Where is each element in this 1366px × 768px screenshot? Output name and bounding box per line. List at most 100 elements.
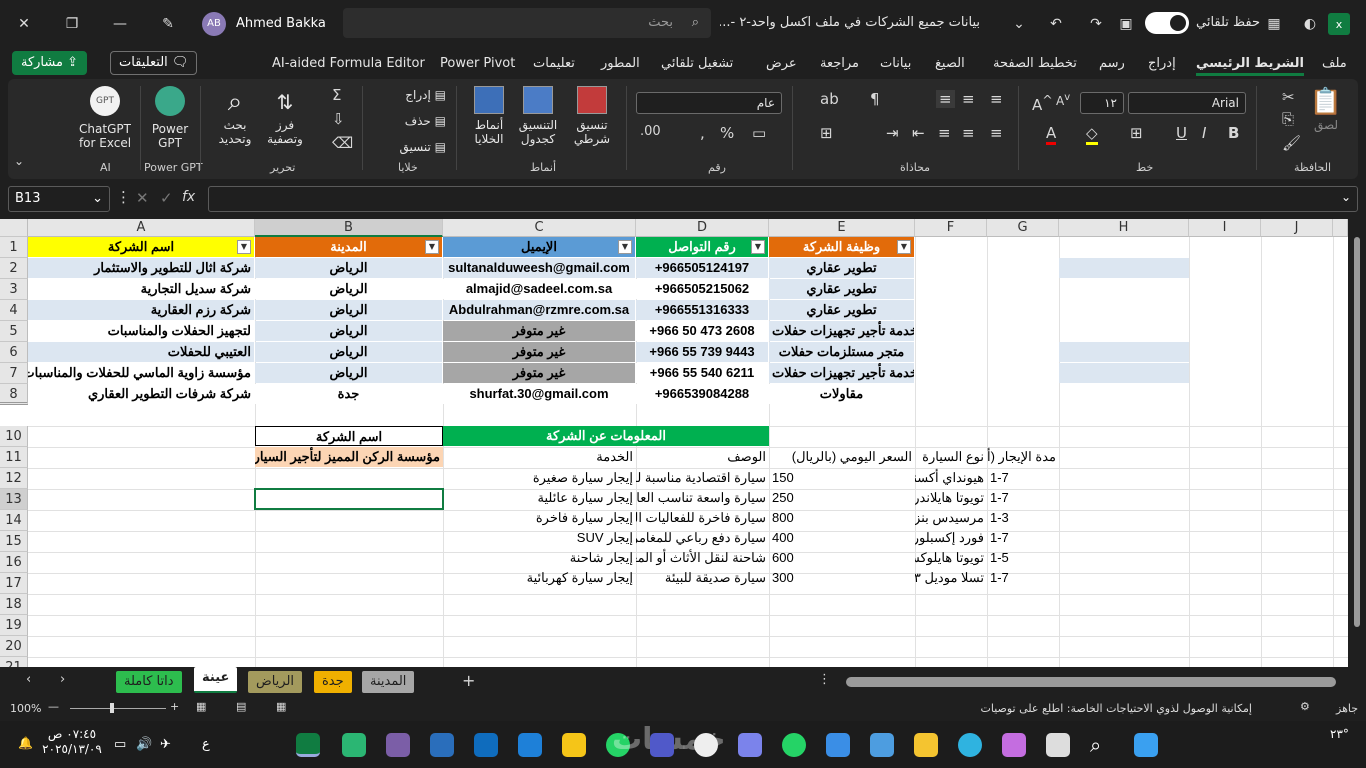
col-header-a[interactable]: A — [28, 219, 255, 237]
network-icon[interactable]: ✈ — [160, 737, 171, 752]
table-cell-function[interactable]: متجر مستلزمات حفلات — [769, 342, 915, 362]
vertical-scrollbar[interactable] — [1348, 219, 1366, 667]
row-header[interactable]: 17 — [0, 573, 28, 594]
delete-cells-button[interactable]: حذف ▤ — [372, 114, 446, 128]
row-header[interactable]: 5 — [0, 321, 28, 342]
table-cell-email[interactable]: غير متوفر — [443, 321, 636, 341]
row-header[interactable]: 2 — [0, 258, 28, 279]
row-header[interactable]: 15 — [0, 531, 28, 552]
table-cell-city[interactable]: الرياض — [255, 258, 443, 278]
tab-scroll-right-icon[interactable]: › — [60, 672, 65, 687]
filter-dropdown-icon[interactable]: ▼ — [237, 240, 251, 254]
menu-ai-formula[interactable]: AI-aided Formula Editor — [272, 56, 425, 71]
conditional-format-button[interactable]: تنسيق شرطي — [566, 86, 618, 146]
row-header[interactable]: 16 — [0, 552, 28, 573]
sample-header-duration[interactable]: مدة الإيجار (أيام) — [987, 447, 1059, 467]
filter-dropdown-icon[interactable]: ▼ — [425, 240, 439, 254]
indent-icon[interactable]: ⇥ — [886, 124, 899, 142]
menu-developer[interactable]: المطور — [601, 56, 640, 71]
table-cell-phone[interactable]: +966505124197 — [636, 258, 769, 278]
col-header-e[interactable]: E — [769, 219, 915, 237]
sample-cell-service[interactable]: إيجار سيارة عائلية — [443, 488, 636, 508]
sample-cell-price[interactable]: 600 — [769, 548, 915, 568]
more-icon[interactable]: ⋮ — [116, 188, 131, 206]
start-icon[interactable] — [1134, 733, 1158, 757]
menu-page-layout[interactable]: تخطيط الصفحة — [993, 56, 1077, 71]
align-bottom-icon[interactable]: ≡ — [936, 90, 955, 108]
outlook-new-taskbar-icon[interactable] — [518, 733, 542, 757]
tab-scroll-left-icon[interactable]: ‹ — [26, 672, 31, 687]
enter-icon[interactable]: ✓ — [160, 189, 173, 207]
row-header[interactable]: 13 — [0, 489, 28, 510]
sample-cell-service[interactable]: إيجار شاحنة — [443, 548, 636, 568]
tab-madinah[interactable]: المدينة — [362, 671, 415, 693]
select-all-corner[interactable] — [0, 219, 28, 237]
notification-bell-icon[interactable]: 🔔 — [18, 736, 33, 750]
col-header-i[interactable]: I — [1189, 219, 1261, 237]
language-indicator[interactable]: ع — [202, 737, 210, 752]
filter-dropdown-icon[interactable]: ▼ — [897, 240, 911, 254]
menu-formulas[interactable]: الصيغ — [935, 56, 965, 71]
borders-icon[interactable]: ⊞ — [1130, 124, 1143, 142]
teams-taskbar-icon[interactable] — [650, 733, 674, 757]
sort-filter-button[interactable]: ⇅ فرز وتصفية — [262, 86, 308, 146]
sample-cell-price[interactable]: 250 — [769, 488, 915, 508]
sample-cell-duration[interactable]: 1-7 — [987, 468, 1059, 488]
table-cell-function[interactable]: تطوير عقاري — [769, 279, 915, 299]
align-middle-icon[interactable]: ≡ — [962, 90, 975, 108]
store-taskbar-icon[interactable] — [870, 733, 894, 757]
filter-dropdown-icon[interactable]: ▼ — [618, 240, 632, 254]
app-taskbar-icon[interactable] — [430, 733, 454, 757]
table-cell-function[interactable]: مقاولات — [769, 384, 915, 404]
sample-cell-description[interactable]: شاحنة لنقل الأثاث أو المعدات — [636, 548, 769, 568]
align-right-icon[interactable]: ≡ — [990, 124, 1003, 142]
designer-icon[interactable]: ◐ — [1296, 10, 1324, 38]
col-header-d[interactable]: D — [636, 219, 769, 237]
undo-icon[interactable]: ↶ — [1042, 10, 1070, 38]
zoom-slider-thumb[interactable] — [110, 703, 114, 713]
battery-icon[interactable]: ▭ — [114, 737, 126, 752]
decimal-icon[interactable]: .00 — [640, 124, 661, 139]
merge-icon[interactable]: ⊞ — [820, 124, 833, 142]
italic-icon[interactable]: I — [1202, 124, 1206, 142]
user-name[interactable]: Ahmed Bakka — [236, 16, 326, 31]
table-cell-phone[interactable]: +966539084288 — [636, 384, 769, 404]
table-cell-phone[interactable]: +966 55 540 6211 — [636, 363, 769, 383]
insert-cells-button[interactable]: إدراج ▤ — [372, 88, 446, 102]
scroll-thumb[interactable] — [1354, 237, 1360, 627]
sample-cell-price[interactable]: 150 — [769, 468, 915, 488]
format-as-table-button[interactable]: التنسيق كجدول — [514, 86, 562, 146]
row-header[interactable]: 7 — [0, 363, 28, 384]
sample-cell-description[interactable]: سيارة دفع رباعي للمغامرات — [636, 528, 769, 548]
excel-taskbar-icon[interactable] — [296, 733, 320, 757]
header-city[interactable]: المدينة — [255, 237, 443, 257]
col-header-g[interactable]: G — [987, 219, 1059, 237]
align-top-icon[interactable]: ≡ — [990, 90, 1003, 108]
table-cell-email[interactable]: غير متوفر — [443, 342, 636, 362]
sample-cell-description[interactable]: سيارة اقتصادية مناسبة للتنقل — [636, 468, 769, 488]
menu-file[interactable]: ملف — [1322, 56, 1347, 71]
percent-icon[interactable]: % — [720, 124, 734, 142]
sample-cell-duration[interactable]: 1-5 — [987, 548, 1059, 568]
selected-cell-b13[interactable] — [254, 488, 444, 510]
zoom-slider[interactable] — [70, 708, 166, 709]
sample-cell-car-type[interactable]: تويوتا هايلاندر — [915, 488, 987, 508]
function-icon[interactable]: fx — [182, 189, 195, 205]
clock[interactable]: ٠٧:٤٥ ص ٢٠٢٥/١٣/٠٩ — [42, 727, 102, 757]
task-view-icon[interactable] — [1046, 733, 1070, 757]
row-header[interactable]: 6 — [0, 342, 28, 363]
tab-jeddah[interactable]: جدة — [314, 671, 352, 693]
zoom-level[interactable]: 100% — [10, 702, 41, 715]
sample-cell-price[interactable]: 400 — [769, 528, 915, 548]
app-taskbar-icon[interactable] — [562, 733, 586, 757]
app-taskbar-icon[interactable] — [342, 733, 366, 757]
table-cell-phone[interactable]: +966505215062 — [636, 279, 769, 299]
cancel-icon[interactable]: ✕ — [136, 189, 149, 207]
clear-icon[interactable]: ⌫ — [332, 134, 353, 152]
display-settings-icon[interactable]: ⚙ — [1300, 700, 1310, 713]
row-header[interactable]: 10 — [0, 426, 28, 447]
horizontal-scrollbar[interactable] — [846, 677, 1336, 687]
cell-styles-button[interactable]: أنماط الخلايا — [466, 86, 512, 146]
sample-cell-description[interactable]: سيارة واسعة تناسب العائلة — [636, 488, 769, 508]
file-explorer-taskbar-icon[interactable] — [914, 733, 938, 757]
